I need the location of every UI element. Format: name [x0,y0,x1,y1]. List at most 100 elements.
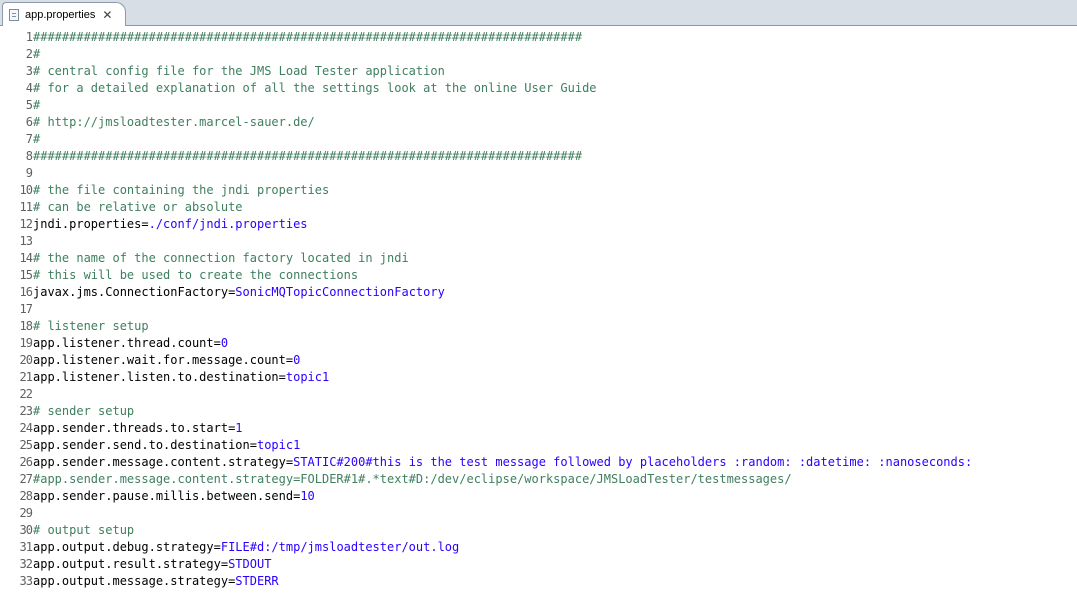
code-line[interactable]: 25 app.sender.send.to.destination=topic1 [0,437,1077,454]
line-number: 2 [25,47,33,61]
code-line[interactable]: 33 app.output.message.strategy=STDERR [0,573,1077,590]
comment-text: # the file containing the jndi propertie… [33,183,330,197]
code-line[interactable]: 9 [0,165,1077,182]
property-key: app.output.debug.strategy= [33,540,221,554]
line-number: 19 [19,336,33,350]
property-value: topic1 [256,438,301,452]
property-key: app.output.message.strategy= [33,574,236,588]
line-number: 4 [25,81,33,95]
line-number: 25 [19,438,33,452]
comment-text: # listener setup [33,319,149,333]
line-number: 16 [19,285,33,299]
property-entry: jndi.properties=./conf/jndi.properties [33,216,308,233]
comment-text: #app.sender.message.content.strategy=FOL… [33,472,792,486]
code-line[interactable]: 19 app.listener.thread.count=0 [0,335,1077,352]
code-line[interactable]: 6 # http://jmsloadtester.marcel-sauer.de/ [0,114,1077,131]
line-number: 22 [19,387,33,401]
line-number: 27 [19,472,33,486]
tab-app-properties[interactable]: app.properties ✕ [2,2,126,26]
code-line[interactable]: 21 app.listener.listen.to.destination=top… [0,369,1077,386]
code-line[interactable]: 13 [0,233,1077,250]
code-line[interactable]: 7 # [0,131,1077,148]
code-line[interactable]: 5 # [0,97,1077,114]
line-number: 24 [19,421,33,435]
comment-text: # the name of the connection factory loc… [33,251,409,265]
comment-text: # central config file for the JMS Load T… [33,64,445,78]
property-entry: app.sender.send.to.destination=topic1 [33,437,300,454]
code-line[interactable]: 10 # the file containing the jndi propert… [0,182,1077,199]
property-entry: app.output.result.strategy=STDOUT [33,556,271,573]
code-line[interactable]: 18 # listener setup [0,318,1077,335]
comment-text: ########################################… [33,30,583,44]
property-entry: app.sender.threads.to.start=1 [33,420,243,437]
comment-text: # output setup [33,523,135,537]
property-value: STDOUT [228,557,272,571]
comment-text: # this will be used to create the connec… [33,268,359,282]
code-line[interactable]: 3 # central config file for the JMS Load … [0,63,1077,80]
code-line[interactable]: 31 app.output.debug.strategy=FILE#d:/tmp/… [0,539,1077,556]
code-line[interactable]: 8 #######################################… [0,148,1077,165]
code-line[interactable]: 26 app.sender.message.content.strategy=ST… [0,454,1077,471]
close-icon[interactable]: ✕ [102,9,112,21]
code-line[interactable]: 22 [0,386,1077,403]
property-key: app.sender.send.to.destination= [33,438,257,452]
code-line[interactable]: 30 # output setup [0,522,1077,539]
line-number: 7 [25,132,33,146]
property-value: STATIC#200#this is the test message foll… [293,455,973,469]
property-key: jndi.properties= [33,217,149,231]
code-line[interactable]: 11 # can be relative or absolute [0,199,1077,216]
code-line[interactable]: 15 # this will be used to create the conn… [0,267,1077,284]
property-key: app.sender.threads.to.start= [33,421,236,435]
comment-text: # [33,98,41,112]
property-value: 0 [293,353,301,367]
code-line[interactable]: 27 #app.sender.message.content.strategy=F… [0,471,1077,488]
line-number: 18 [19,319,33,333]
code-line[interactable]: 1 #######################################… [0,29,1077,46]
code-line[interactable]: 17 [0,301,1077,318]
code-line[interactable]: 2 # [0,46,1077,63]
property-value: STDERR [235,574,279,588]
line-number: 17 [19,302,33,316]
property-key: app.listener.thread.count= [33,336,221,350]
code-line[interactable]: 28 app.sender.pause.millis.between.send=1… [0,488,1077,505]
code-lines: 1 #######################################… [0,29,1077,590]
text-editor[interactable]: 1 #######################################… [0,26,1077,596]
line-number: 28 [19,489,33,503]
code-line[interactable]: 14 # the name of the connection factory l… [0,250,1077,267]
line-number: 29 [19,506,33,520]
comment-text: # sender setup [33,404,135,418]
line-number: 9 [25,166,33,180]
line-number: 15 [19,268,33,282]
code-line[interactable]: 29 [0,505,1077,522]
code-line[interactable]: 16 javax.jms.ConnectionFactory=SonicMQTop… [0,284,1077,301]
code-line[interactable]: 23 # sender setup [0,403,1077,420]
comment-text: # for a detailed explanation of all the … [33,81,597,95]
line-number: 13 [19,234,33,248]
code-line[interactable]: 20 app.listener.wait.for.message.count=0 [0,352,1077,369]
code-line[interactable]: 32 app.output.result.strategy=STDOUT [0,556,1077,573]
property-entry: app.output.debug.strategy=FILE#d:/tmp/jm… [33,539,459,556]
line-number: 8 [25,149,33,163]
line-number: 12 [19,217,33,231]
line-number: 31 [19,540,33,554]
property-key: app.output.result.strategy= [33,557,229,571]
property-value: 1 [235,421,243,435]
tab-label[interactable]: app.properties [25,9,95,21]
line-number: 11 [19,200,33,214]
code-line[interactable]: 4 # for a detailed explanation of all the… [0,80,1077,97]
code-line[interactable]: 12 jndi.properties=./conf/jndi.properties [0,216,1077,233]
line-number: 6 [25,115,33,129]
property-entry: javax.jms.ConnectionFactory=SonicMQTopic… [33,284,445,301]
line-number: 26 [19,455,33,469]
comment-text: # [33,132,41,146]
property-key: app.sender.message.content.strategy= [33,455,294,469]
property-key: app.listener.listen.to.destination= [33,370,286,384]
code-line[interactable]: 24 app.sender.threads.to.start=1 [0,420,1077,437]
property-key: app.sender.pause.millis.between.send= [33,489,301,503]
line-number: 33 [19,574,33,588]
line-number: 5 [25,98,33,112]
comment-text: ########################################… [33,149,583,163]
property-entry: app.output.message.strategy=STDERR [33,573,279,590]
comment-text: # can be relative or absolute [33,200,243,214]
line-number: 1 [25,30,33,44]
